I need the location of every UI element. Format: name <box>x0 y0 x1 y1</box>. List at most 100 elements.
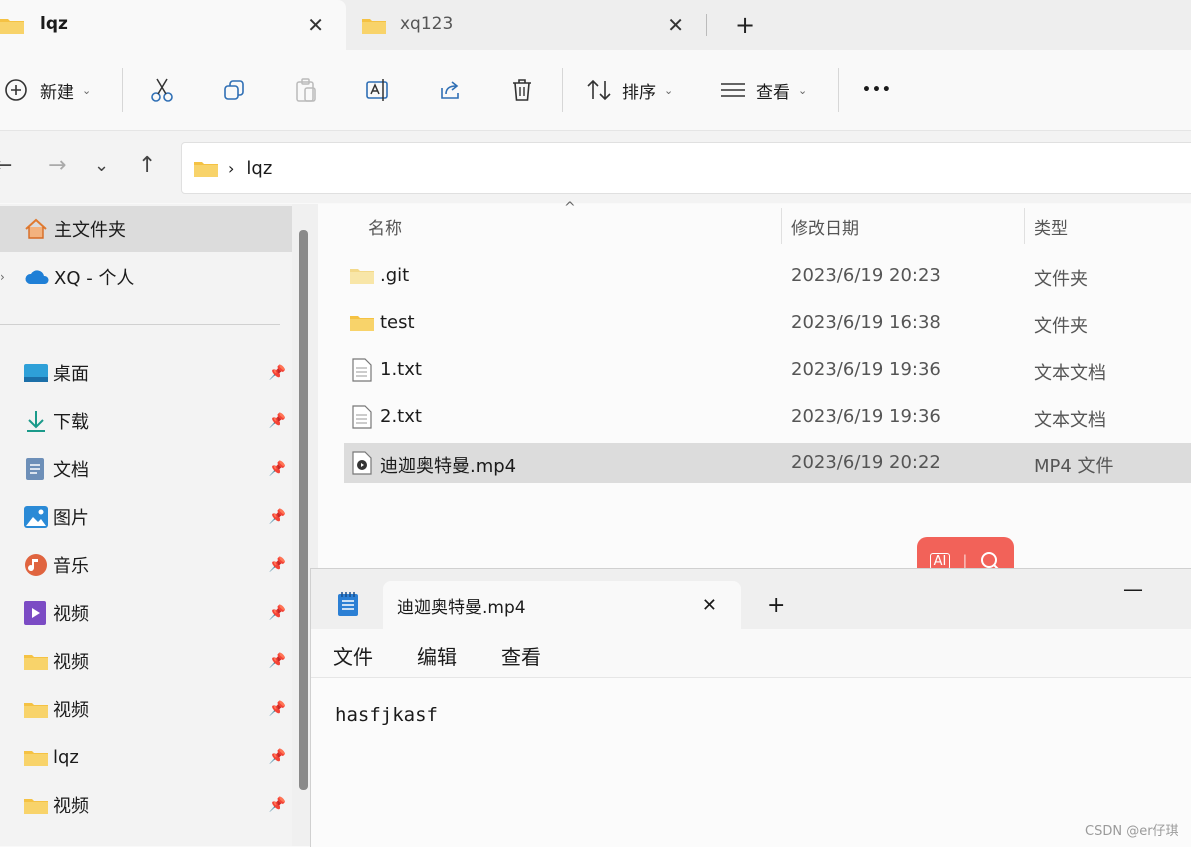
sidebar-item-folder[interactable]: 视频 📌 <box>0 638 292 684</box>
sidebar-item-folder[interactable]: 视频 📌 <box>0 782 292 828</box>
file-type: 文件夹 <box>1034 316 1088 337</box>
watermark: CSDN @er仔琪 <box>1085 824 1179 839</box>
sidebar-item-label: 文档 <box>53 460 89 481</box>
sidebar-divider <box>0 324 280 325</box>
folder-icon <box>350 269 374 284</box>
pin-icon[interactable]: 📌 <box>269 749 286 765</box>
tab-xq123[interactable]: xq123 ✕ <box>356 0 706 50</box>
new-button[interactable]: 新建 ⌄ <box>4 50 91 130</box>
sidebar-item-label: 主文件夹 <box>54 220 126 241</box>
pin-icon[interactable]: 📌 <box>269 509 286 525</box>
more-options-button[interactable]: ••• <box>862 50 892 130</box>
back-arrow-icon[interactable]: ← <box>0 153 12 178</box>
sidebar-item-documents[interactable]: 文档 📌 <box>0 446 292 492</box>
breadcrumb-lqz[interactable]: lqz <box>246 158 272 179</box>
cut-button[interactable] <box>150 50 174 130</box>
file-row[interactable]: 1.txt 2023/6/19 19:36 文本文档 <box>344 350 1191 390</box>
share-icon <box>441 81 459 99</box>
sidebar-item-downloads[interactable]: 下载 📌 <box>0 398 292 444</box>
new-label: 新建 <box>40 82 74 103</box>
sidebar-item-lqz[interactable]: lqz 📌 <box>0 734 292 780</box>
file-row[interactable]: 2.txt 2023/6/19 19:36 文本文档 <box>344 397 1191 437</box>
copy-icon <box>224 80 244 100</box>
recent-locations-icon[interactable]: ⌄ <box>94 155 109 176</box>
notepad-tab-bar: 迪迦奥特曼.mp4 ✕ + — <box>311 569 1191 629</box>
sidebar-item-label: 图片 <box>53 508 89 529</box>
minimize-button[interactable]: — <box>1123 577 1143 601</box>
scissors-icon <box>151 78 173 102</box>
toolbar-divider <box>122 68 123 112</box>
delete-button[interactable] <box>510 50 534 130</box>
pin-icon[interactable]: 📌 <box>269 413 286 429</box>
file-row-selected[interactable]: 迪迦奥特曼.mp4 2023/6/19 20:22 MP4 文件 <box>344 443 1191 483</box>
sidebar-item-onedrive[interactable]: › XQ - 个人 <box>0 254 292 300</box>
sidebar-item-home[interactable]: 主文件夹 <box>0 206 292 252</box>
view-button[interactable]: 查看 ⌄ <box>720 50 807 130</box>
copy-button[interactable] <box>222 50 246 130</box>
breadcrumb-separator-icon: › <box>228 158 235 178</box>
notepad-tab[interactable]: 迪迦奥特曼.mp4 ✕ <box>383 581 741 629</box>
file-row[interactable]: test 2023/6/19 16:38 文件夹 <box>344 303 1191 343</box>
pin-icon[interactable]: 📌 <box>269 797 286 813</box>
sidebar-item-label: 视频 <box>53 700 89 721</box>
file-date: 2023/6/19 20:22 <box>791 452 941 473</box>
text-editor[interactable]: hasfjkasf <box>335 704 438 726</box>
close-tab-icon[interactable]: ✕ <box>307 13 324 37</box>
paste-button[interactable] <box>294 50 318 130</box>
forward-arrow-icon[interactable]: → <box>48 153 66 178</box>
column-header-type[interactable]: 类型 <box>1034 204 1068 248</box>
file-row[interactable]: .git 2023/6/19 20:23 文件夹 <box>344 256 1191 296</box>
sidebar-item-label: 视频 <box>53 796 89 817</box>
pin-icon[interactable]: 📌 <box>269 653 286 669</box>
expand-chevron-icon: › <box>0 270 5 284</box>
home-icon <box>25 218 47 239</box>
sidebar-item-music[interactable]: 音乐 📌 <box>0 542 292 588</box>
toolbar-divider <box>562 68 563 112</box>
video-icon <box>24 601 46 625</box>
column-header-name[interactable]: 名称 <box>368 204 402 248</box>
tab-lqz[interactable]: lqz ✕ <box>0 0 346 50</box>
sidebar-item-label: 下载 <box>53 412 89 433</box>
tab-label: xq123 <box>400 14 454 34</box>
menu-view[interactable]: 查看 <box>501 641 541 670</box>
sort-button[interactable]: 排序 ⌄ <box>586 50 673 130</box>
sidebar-item-label: lqz <box>53 746 79 768</box>
file-type: 文件夹 <box>1034 269 1088 290</box>
pin-icon[interactable]: 📌 <box>269 605 286 621</box>
sidebar-scrollbar[interactable] <box>299 230 308 790</box>
file-name: test <box>380 312 415 333</box>
share-button[interactable] <box>438 50 462 130</box>
menu-file[interactable]: 文件 <box>333 641 373 670</box>
address-bar[interactable]: › lqz <box>181 142 1191 194</box>
file-name: .git <box>380 265 410 286</box>
pin-icon[interactable]: 📌 <box>269 701 286 717</box>
column-header-label: 修改日期 <box>791 218 859 239</box>
file-date: 2023/6/19 20:23 <box>791 265 941 286</box>
rename-button[interactable] <box>365 50 391 130</box>
file-date: 2023/6/19 16:38 <box>791 312 941 333</box>
plus-circle-icon <box>5 79 27 101</box>
folder-icon <box>24 751 48 766</box>
new-tab-button[interactable]: + <box>767 593 785 618</box>
sidebar-item-pictures[interactable]: 图片 📌 <box>0 494 292 540</box>
column-divider[interactable] <box>781 208 782 244</box>
close-tab-icon[interactable]: ✕ <box>702 595 717 616</box>
document-icon <box>26 458 44 480</box>
column-header-date[interactable]: 修改日期 <box>791 204 859 248</box>
menu-edit[interactable]: 编辑 <box>417 641 457 670</box>
pin-icon[interactable]: 📌 <box>269 365 286 381</box>
pin-icon[interactable]: 📌 <box>269 461 286 477</box>
sidebar-item-label: 视频 <box>53 652 89 673</box>
pin-icon[interactable]: 📌 <box>269 557 286 573</box>
chevron-down-icon: ⌄ <box>82 83 92 97</box>
ai-icon[interactable]: AI <box>929 552 951 570</box>
sidebar-item-folder[interactable]: 视频 📌 <box>0 686 292 732</box>
sidebar-item-desktop[interactable]: 桌面 📌 <box>0 350 292 396</box>
up-arrow-icon[interactable]: ↑ <box>138 153 156 178</box>
file-list: ^ 名称 修改日期 类型 .git 2023/6/19 20:23 文件夹 te… <box>318 200 1191 624</box>
new-tab-button[interactable]: + <box>735 11 755 39</box>
close-tab-icon[interactable]: ✕ <box>667 13 684 37</box>
text-file-icon <box>352 358 372 382</box>
sidebar-item-videos[interactable]: 视频 📌 <box>0 590 292 636</box>
column-divider[interactable] <box>1024 208 1025 244</box>
